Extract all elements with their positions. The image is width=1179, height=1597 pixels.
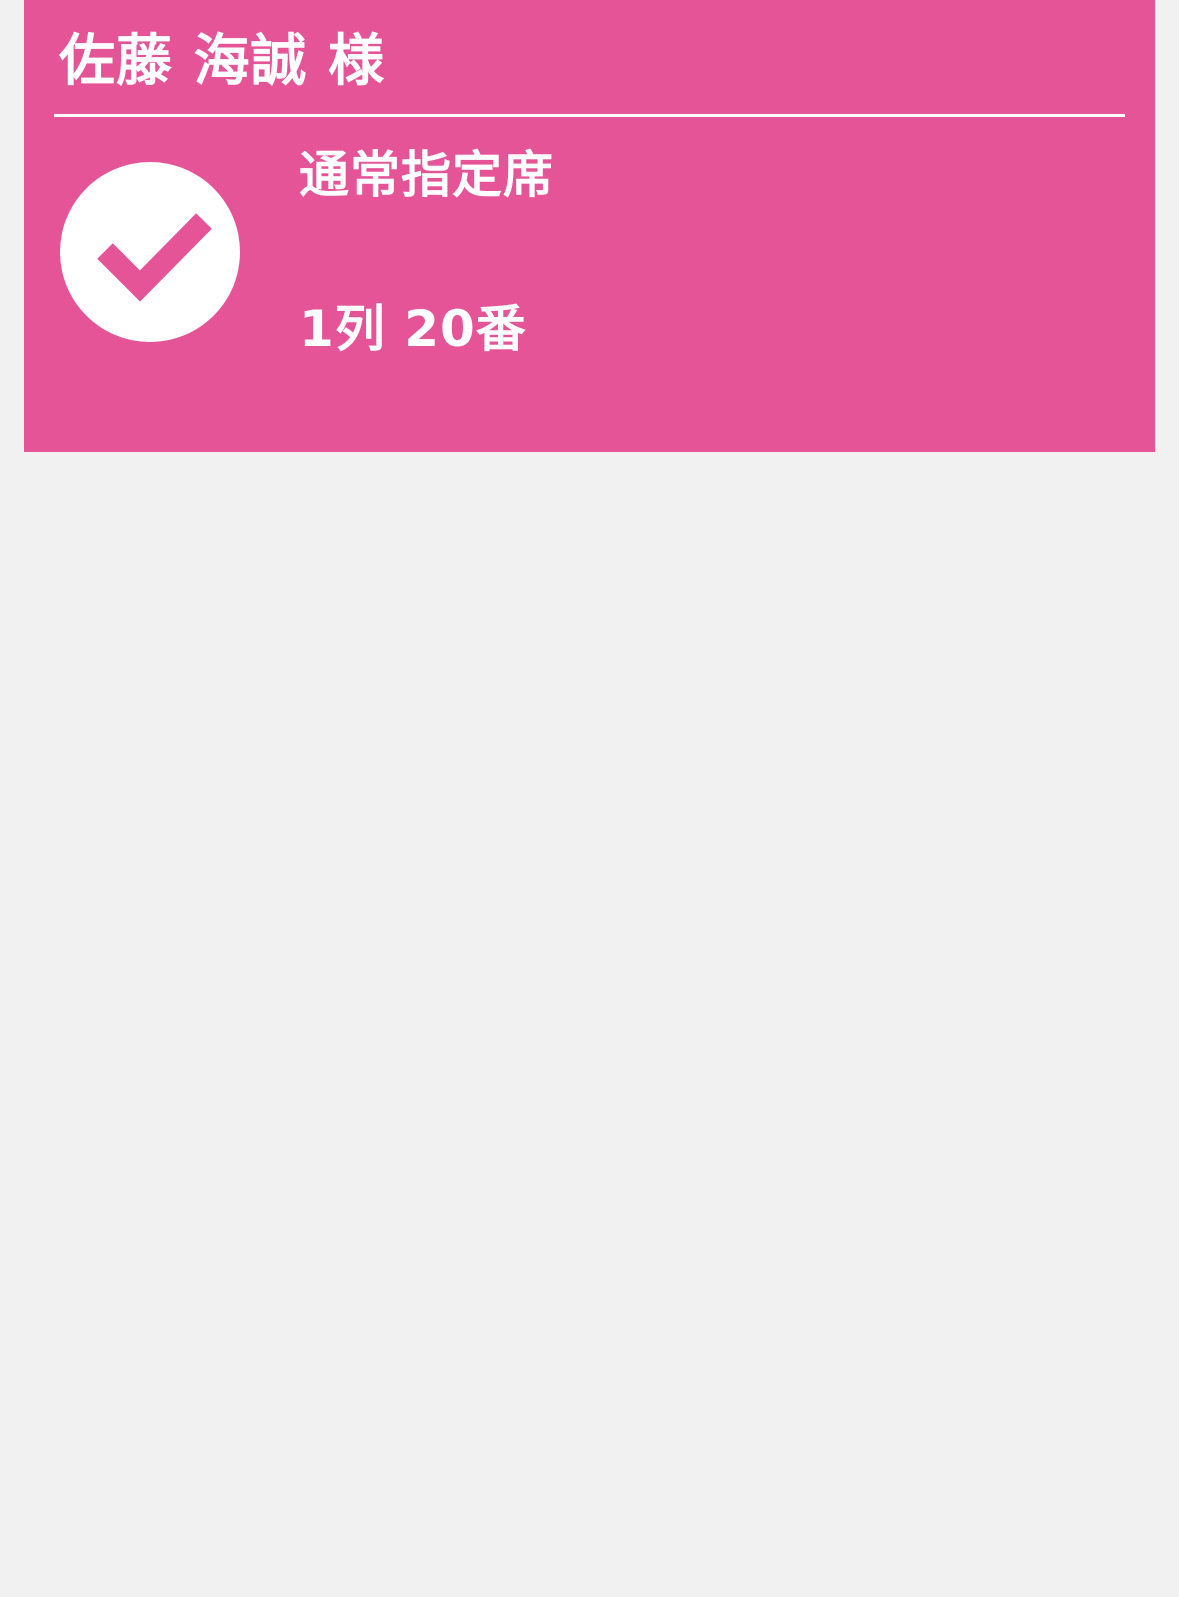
holder-name: 佐藤 海誠 様	[59, 29, 385, 94]
divider	[54, 114, 1125, 117]
seat-type: 通常指定席	[299, 146, 554, 204]
ticket-page: 佐藤 海誠 様 通常指定席 1列 20番	[0, 0, 1179, 1597]
check-icon	[97, 213, 212, 302]
ticket-card: 佐藤 海誠 様 通常指定席 1列 20番	[24, 0, 1155, 452]
seat-number: 1列 20番	[299, 300, 527, 358]
check-status-badge	[60, 162, 240, 342]
